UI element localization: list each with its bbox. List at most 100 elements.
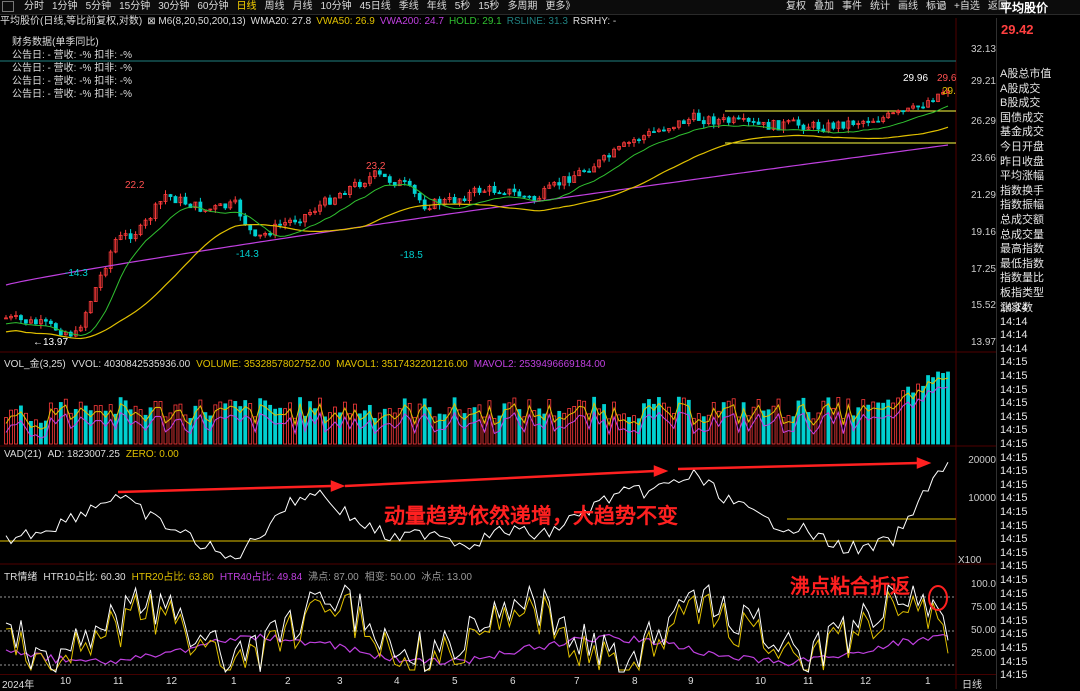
candle-body — [298, 221, 302, 224]
candle-body — [43, 319, 48, 322]
tick-time: 14:14 — [1000, 302, 1028, 314]
quote-field[interactable]: 最高指数 — [1000, 240, 1080, 256]
candle-body — [916, 105, 920, 108]
date-label: 11 — [803, 676, 814, 687]
candle-body — [527, 195, 532, 198]
candle-body — [238, 199, 243, 217]
tick-time: 14:15 — [1000, 492, 1028, 505]
candle-body — [851, 120, 856, 126]
price-axis-label: 26.29 — [970, 116, 996, 127]
indicator-value: VOL_金(3,25) — [4, 359, 66, 370]
quote-field[interactable]: 平均涨幅 — [1000, 167, 1080, 183]
tick-time: 14:15 — [1000, 506, 1028, 518]
tick-time: 14:15 — [1000, 546, 1028, 559]
quote-field[interactable]: B股成交 — [1000, 94, 1080, 110]
high-label: 23.2 — [366, 161, 386, 172]
high-label: 29.96 — [903, 73, 929, 84]
volume-bar — [926, 375, 930, 445]
price-axis-label: 15.52 — [970, 300, 996, 311]
candle-body — [417, 193, 422, 201]
price-axis-label: 13.97 — [970, 337, 996, 348]
candle-body — [422, 199, 427, 210]
price-axis-label: 23.66 — [970, 153, 996, 164]
vad-annotation: 动量趋势依然递增，大趋势不变 — [384, 505, 678, 528]
tick-time: 14:15 — [1000, 533, 1028, 546]
tick-time: 14:15 — [1000, 574, 1028, 586]
date-label: 7 — [574, 676, 580, 687]
candle-body — [652, 131, 656, 133]
tick-time: 14:15 — [1000, 560, 1028, 573]
last-label: 29.6 — [937, 73, 957, 84]
candle-body — [48, 320, 53, 324]
candle-body — [517, 191, 522, 197]
volume-bar — [931, 377, 935, 445]
volume-bar — [906, 386, 911, 445]
volume-bar — [701, 416, 706, 445]
volume-info-bar: VOL_金(3,25) VVOL: 4030842535936.00 VOLUME:… — [4, 355, 611, 370]
annotation-circle — [928, 585, 948, 611]
price-axis-label: 29.21 — [970, 76, 996, 87]
indicator-value: VAD(21) — [4, 449, 42, 460]
candle-body — [497, 192, 502, 195]
volume-bar — [936, 371, 940, 445]
quote-field[interactable]: 基金成交 — [1000, 123, 1080, 139]
price-axis-label: 19.16 — [970, 227, 996, 238]
indicator-value: AD: 1823007.25 — [47, 449, 120, 460]
quote-field[interactable]: 板指类型 — [1000, 284, 1080, 300]
date-label: 9 — [688, 676, 694, 687]
tr-axis-label: 25.00 — [970, 648, 996, 659]
vad-arrows — [117, 457, 932, 494]
volume-bar — [916, 383, 920, 445]
date-label: 10 — [60, 676, 72, 687]
candle-body — [522, 195, 527, 198]
candle-body — [756, 121, 761, 125]
tick-time: 14:15 — [1000, 383, 1028, 396]
volume-bar — [811, 418, 816, 445]
indicator-value: 冰点: 13.00 — [421, 572, 472, 583]
volume-bar — [278, 407, 283, 445]
candle-body — [662, 129, 666, 132]
indicator-value: 沸点: 87.00 — [308, 572, 359, 583]
indicator-value: ZERO: 0.00 — [125, 449, 179, 460]
quote-field[interactable]: 国债成交 — [1000, 109, 1080, 125]
quote-field[interactable]: A股成交 — [1000, 80, 1080, 96]
candle-body — [278, 223, 283, 226]
quote-field[interactable]: A股总市值 — [1000, 65, 1080, 81]
quote-field[interactable]: 昨日收盘 — [1000, 153, 1080, 169]
tick-time: 14:15 — [1000, 614, 1028, 627]
price-axis-label: 32.13 — [970, 44, 996, 55]
candle-body — [736, 117, 741, 120]
candle-body — [567, 176, 572, 183]
current-price: 29.42 — [1001, 22, 1034, 37]
quote-field[interactable]: 指数换手 — [1000, 182, 1080, 198]
date-label: 2 — [285, 676, 291, 687]
tick-time: 14:15 — [1000, 628, 1028, 641]
candle-body — [637, 139, 641, 142]
quote-field[interactable]: 今日开盘 — [1000, 138, 1080, 154]
volume-bar — [911, 392, 916, 445]
quote-field[interactable]: 总成交量 — [1000, 226, 1080, 242]
candle-body — [502, 193, 507, 196]
low-label: ←13.97 — [33, 337, 69, 348]
low-label: -14.3 — [65, 268, 88, 279]
quote-field[interactable]: 最低指数 — [1000, 255, 1080, 271]
quote-field[interactable]: 指数振幅 — [1000, 196, 1080, 212]
candle-body — [582, 170, 587, 172]
quote-side-panel: 29.42 A股总市值 A股成交 B股成交 国债成交 基金成交 今日开盘 昨日收盘 平均涨幅指… — [996, 18, 1080, 689]
indicator-value: VVOL: 4030842535936.00 — [71, 359, 191, 370]
tick-time: 14:15 — [1000, 465, 1028, 478]
candle-body — [402, 180, 407, 182]
candle-body — [223, 203, 228, 209]
candle-body — [198, 201, 203, 212]
volume-bar — [786, 415, 791, 445]
candle-body — [168, 194, 173, 197]
date-label: 12 — [860, 676, 872, 687]
candle-body — [477, 187, 482, 193]
quote-field[interactable]: 指数量比 — [1000, 269, 1080, 285]
volume-bar — [537, 408, 542, 445]
quote-field[interactable]: 总成交额 — [1000, 211, 1080, 227]
volume-bars — [4, 371, 950, 445]
candle-body — [183, 196, 188, 205]
indicator-value: HTR40占比: 49.84 — [219, 572, 303, 583]
candle-body — [512, 188, 517, 193]
